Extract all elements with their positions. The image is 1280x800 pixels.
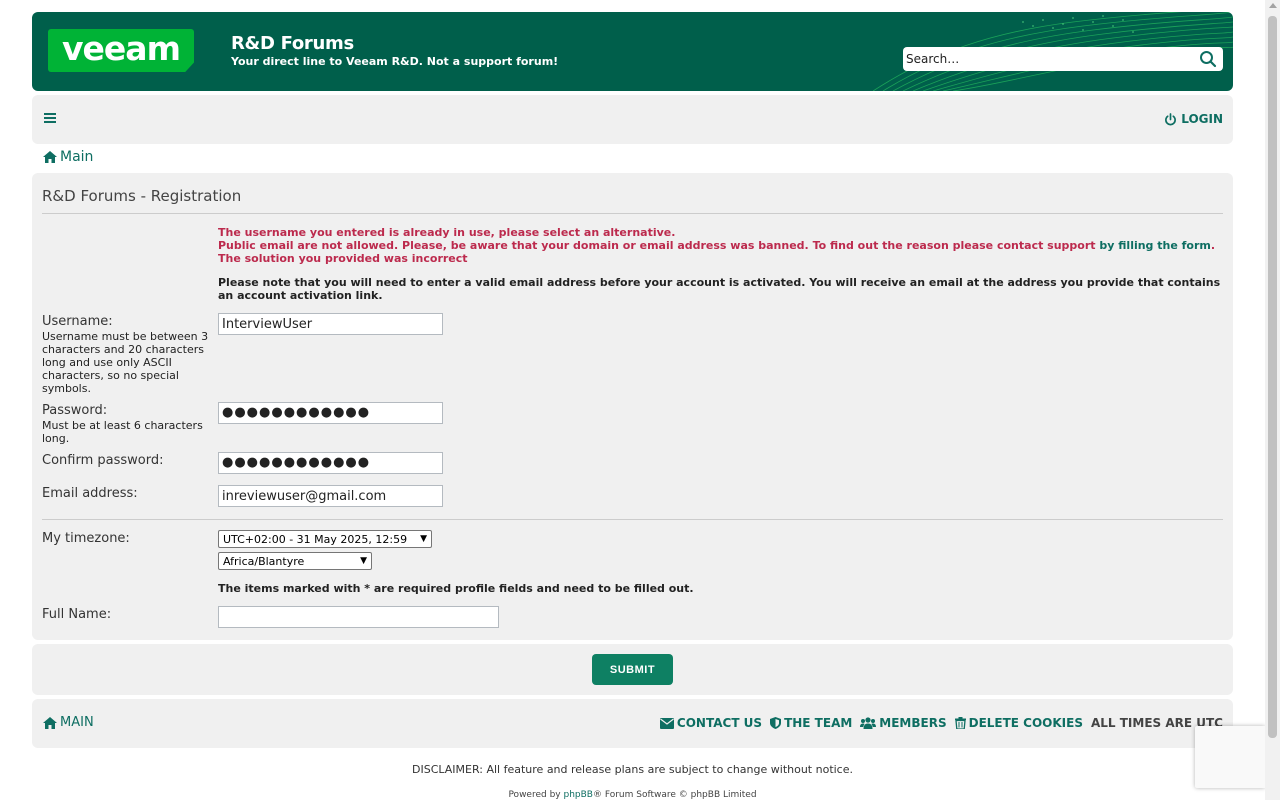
home-icon [43,151,57,163]
site-header: veeam R&D Forums Your direct line to Vee… [32,12,1233,91]
logo-text: veeam [62,29,181,68]
email-label: Email address: [42,486,138,501]
error-username-taken: The username you entered is already in u… [218,226,676,239]
username-input[interactable] [218,313,443,335]
vertical-scrollbar[interactable] [1265,0,1280,800]
scroll-up-arrow-icon[interactable] [1269,3,1277,8]
nav-bar: LOGIN [32,95,1233,144]
shield-icon [770,717,782,729]
login-label: LOGIN [1181,112,1223,126]
phpbb-link[interactable]: phpBB [564,790,593,800]
scrollbar-thumb[interactable] [1268,16,1277,738]
breadcrumb-main: Main [60,149,94,165]
home-icon [43,716,57,729]
delete-cookies-link[interactable]: DELETE COOKIES [954,716,1083,730]
chevron-down-icon: ▼ [420,534,427,544]
site-title: R&D Forums [231,33,354,54]
footer-nav: MAIN CONTACT US THE TEAM MEMBERS DELETE … [32,699,1233,748]
error-messages: The username you entered is already in u… [218,226,1215,265]
full-name-label: Full Name: [42,607,112,622]
timezone-label: My timezone: [42,531,130,546]
chevron-down-icon: ▼ [360,556,367,566]
site-description: Your direct line to Veeam R&D. Not a sup… [231,55,559,68]
timezone-zone-select[interactable]: Africa/Blantyre ▼ [218,552,372,570]
confirm-password-input[interactable]: ●●●●●●●●●●●● [218,452,443,474]
the-team-link[interactable]: THE TEAM [770,716,852,730]
footer-links: CONTACT US THE TEAM MEMBERS DELETE COOKI… [659,716,1223,730]
full-name-input[interactable] [218,606,499,628]
submit-panel: SUBMIT [32,644,1233,695]
registration-panel: R&D Forums - Registration The username y… [32,173,1233,640]
disclaimer: DISCLAIMER: All feature and release plan… [412,763,853,776]
search-box [903,47,1223,71]
password-input[interactable]: ●●●●●●●●●●●● [218,402,443,424]
error-email-banned: Public email are not allowed. Please, be… [218,239,1216,252]
footer-main-link[interactable]: MAIN [43,715,94,730]
email-input[interactable] [218,485,443,507]
recaptcha-badge[interactable] [1195,726,1265,788]
timezone-offset-select[interactable]: UTC+02:00 - 31 May 2025, 12:59 ▼ [218,530,432,548]
username-label: Username: [42,314,113,329]
veeam-logo[interactable]: veeam [48,29,194,72]
activation-notice: Please note that you will need to enter … [218,276,1221,302]
search-input[interactable] [906,49,1191,69]
members-link[interactable]: MEMBERS [860,716,947,730]
error-captcha: The solution you provided was incorrect [218,252,468,265]
page-title: R&D Forums - Registration [42,187,242,205]
trash-icon [954,717,966,729]
support-form-link[interactable]: by filling the form [1099,239,1210,252]
password-label: Password: [42,403,108,418]
divider [42,213,1223,214]
power-icon [1165,112,1177,125]
users-icon [860,717,877,729]
password-help: Must be at least 6 characters long. [42,419,203,445]
login-link[interactable]: LOGIN [1164,112,1223,126]
breadcrumb[interactable]: Main [43,149,93,165]
required-fields-note: The items marked with * are required pro… [218,582,694,595]
contact-us-link[interactable]: CONTACT US [659,716,762,730]
envelope-icon [659,717,674,729]
powered-by: Powered by phpBB® Forum Software © phpBB… [508,790,757,800]
submit-button[interactable]: SUBMIT [592,654,673,685]
confirm-password-label: Confirm password: [42,453,164,468]
hamburger-icon[interactable] [44,113,56,124]
search-icon[interactable] [1199,50,1217,68]
divider [42,519,1223,520]
username-help: Username must be between 3 characters an… [42,330,209,395]
